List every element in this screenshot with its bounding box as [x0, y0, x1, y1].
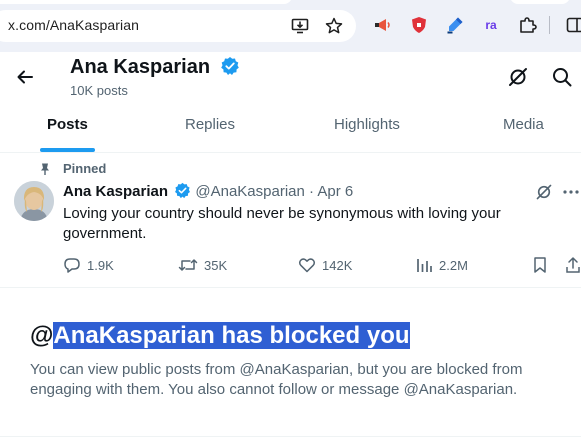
post-count: 10K posts	[70, 83, 128, 98]
megaphone-icon[interactable]	[372, 15, 392, 35]
post-author-row: Ana Kasparian @AnaKasparian · Apr 6	[63, 182, 353, 203]
author-avatar[interactable]	[14, 181, 54, 221]
views-button[interactable]: 2.2M	[415, 255, 468, 275]
grok-icon	[536, 184, 552, 200]
heart-icon	[298, 258, 316, 273]
puzzle-icon[interactable]	[517, 15, 537, 35]
address-bar[interactable]: x.com/AnaKasparian	[0, 10, 356, 42]
browser-tab-edge	[510, 0, 570, 4]
side-panel-icon[interactable]	[565, 15, 581, 35]
reply-icon	[64, 258, 80, 273]
tab-posts[interactable]: Posts	[47, 116, 88, 133]
grok-icon	[509, 68, 527, 86]
repost-button[interactable]: 35K	[178, 255, 227, 275]
search-button[interactable]	[549, 64, 575, 90]
install-app-icon[interactable]	[290, 16, 310, 36]
like-button[interactable]: 142K	[298, 255, 352, 275]
view-count: 2.2M	[439, 257, 468, 273]
verified-badge-icon	[174, 182, 191, 203]
more-options-button[interactable]	[560, 181, 581, 203]
grok-button[interactable]	[505, 64, 531, 90]
ra-icon[interactable]: ra	[481, 15, 501, 35]
profile-name: Ana Kasparian	[70, 56, 211, 78]
post-text: Loving your country should never be syno…	[63, 205, 501, 242]
verified-badge-icon	[220, 56, 240, 82]
bookmark-star-icon[interactable]	[324, 16, 344, 36]
divider	[0, 436, 581, 437]
toolbar-separator	[549, 16, 550, 34]
arrow-left-icon	[17, 70, 33, 84]
tab-replies[interactable]: Replies	[185, 116, 235, 133]
profile-tabs: Posts Replies Highlights Media	[0, 100, 581, 153]
pinned-post[interactable]: Pinned Ana Kasparian @AnaKasparian · Apr…	[0, 153, 581, 288]
share-button[interactable]	[564, 255, 581, 275]
grok-post-button[interactable]	[533, 181, 555, 203]
date-separator: ·	[309, 183, 315, 200]
pin-icon	[38, 161, 52, 177]
like-count: 142K	[322, 257, 353, 273]
bookmark-button[interactable]	[532, 255, 554, 275]
profile-header: Ana Kasparian 10K posts	[0, 52, 581, 100]
post-date[interactable]: Apr 6	[317, 183, 353, 200]
back-button[interactable]	[12, 64, 38, 90]
author-handle[interactable]: @AnaKasparian	[195, 183, 304, 200]
bookmark-icon	[534, 257, 546, 273]
reply-count: 1.9K	[87, 257, 114, 273]
share-icon	[566, 257, 580, 273]
reply-button[interactable]: 1.9K	[63, 255, 114, 275]
blocked-heading-prefix: @	[30, 322, 54, 349]
blocked-heading-selected: AnaKasparian has blocked you	[53, 322, 410, 349]
search-icon	[553, 68, 572, 87]
shield-icon[interactable]	[409, 15, 429, 35]
repost-count: 35K	[204, 257, 228, 273]
active-tab-indicator	[40, 148, 95, 152]
more-dots-icon	[563, 190, 579, 194]
browser-toolbar: x.com/AnaKasparian ra	[0, 0, 581, 52]
analytics-bar-icon	[417, 259, 432, 272]
blocked-heading: @AnaKasparian has blocked you	[30, 322, 410, 350]
author-name[interactable]: Ana Kasparian	[63, 183, 168, 200]
tab-media[interactable]: Media	[503, 116, 544, 133]
browser-tab-edge	[0, 0, 292, 4]
pinned-label: Pinned	[63, 161, 107, 176]
highlighter-icon[interactable]	[445, 15, 465, 35]
tab-highlights[interactable]: Highlights	[334, 116, 400, 133]
repost-icon	[178, 259, 198, 271]
url-text[interactable]: x.com/AnaKasparian	[8, 17, 139, 33]
profile-title: Ana Kasparian	[70, 56, 240, 82]
blocked-description: You can view public posts from @AnaKaspa…	[30, 361, 523, 398]
